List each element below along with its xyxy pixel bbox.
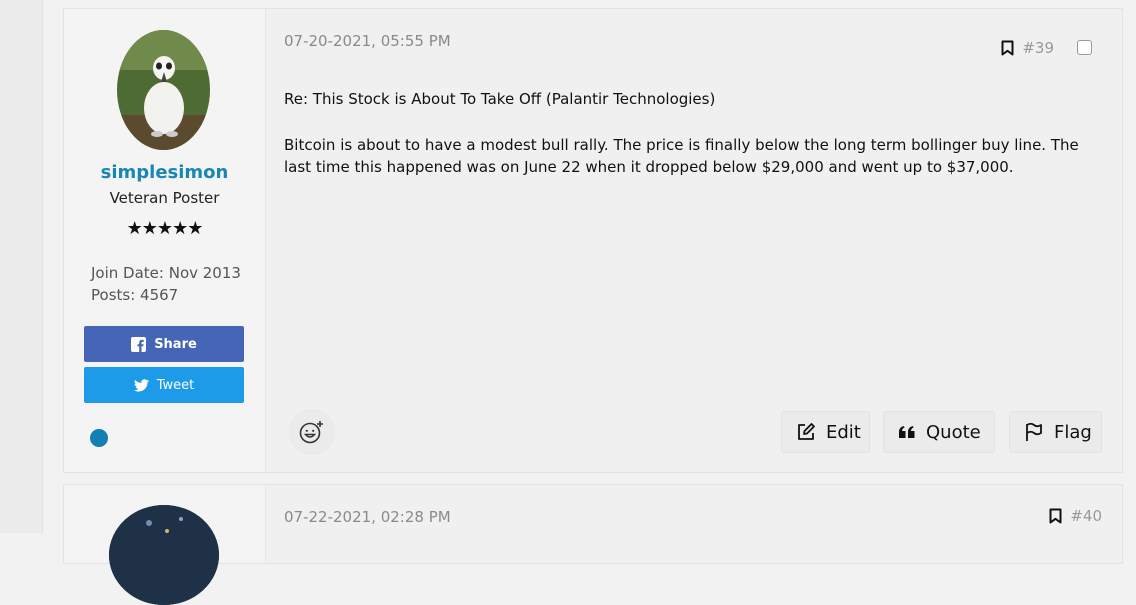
post-number-link[interactable]: #40 xyxy=(1049,507,1102,525)
avatar[interactable] xyxy=(109,505,219,605)
bookmark-icon[interactable] xyxy=(1049,508,1062,524)
flag-icon xyxy=(1024,422,1044,442)
left-gutter xyxy=(0,0,43,533)
post-body: Bitcoin is about to have a modest bull r… xyxy=(284,136,1079,176)
post-author-panel: simplesimon Veteran Poster ★★★★★ Join Da… xyxy=(64,9,266,472)
facebook-share-button[interactable]: Share xyxy=(84,326,244,362)
edit-button[interactable]: Edit xyxy=(781,411,870,453)
forum-post: 07-22-2021, 02:28 PM #40 xyxy=(63,484,1123,605)
author-post-count: Posts: 4567 xyxy=(91,286,179,304)
post-select-checkbox[interactable] xyxy=(1077,40,1092,55)
add-reaction-button[interactable] xyxy=(289,409,335,455)
author-title: Veteran Poster xyxy=(109,189,220,207)
quote-button[interactable]: Quote xyxy=(883,411,995,453)
post-date: 07-20-2021, 05:55 PM xyxy=(284,32,451,50)
edit-icon xyxy=(796,422,816,442)
tweet-button[interactable]: Tweet xyxy=(84,367,244,403)
flag-label: Flag xyxy=(1054,421,1092,443)
reaction-add-icon xyxy=(299,419,325,445)
post-date: 07-22-2021, 02:28 PM xyxy=(284,508,451,526)
bookmark-icon[interactable] xyxy=(1001,40,1014,56)
tweet-label: Tweet xyxy=(156,377,195,393)
post-number[interactable]: #40 xyxy=(1070,507,1102,525)
flag-button[interactable]: Flag xyxy=(1009,411,1102,453)
online-status-indicator xyxy=(90,429,108,447)
quote-icon xyxy=(898,425,916,439)
forum-post: simplesimon Veteran Poster ★★★★★ Join Da… xyxy=(63,8,1123,473)
author-join-date: Join Date: Nov 2013 xyxy=(91,264,241,282)
post-title: Re: This Stock is About To Take Off (Pal… xyxy=(284,90,716,108)
share-label: Share xyxy=(154,336,197,352)
avatar[interactable] xyxy=(117,30,210,150)
edit-label: Edit xyxy=(826,421,861,443)
twitter-icon xyxy=(133,378,149,392)
author-username[interactable]: simplesimon xyxy=(64,162,265,183)
post-number[interactable]: #39 xyxy=(1022,39,1054,57)
author-rank-stars: ★★★★★ xyxy=(126,218,204,239)
facebook-icon xyxy=(131,336,147,352)
quote-label: Quote xyxy=(926,421,981,443)
post-author-panel xyxy=(64,485,266,605)
post-number-link[interactable]: #39 xyxy=(1001,39,1054,57)
